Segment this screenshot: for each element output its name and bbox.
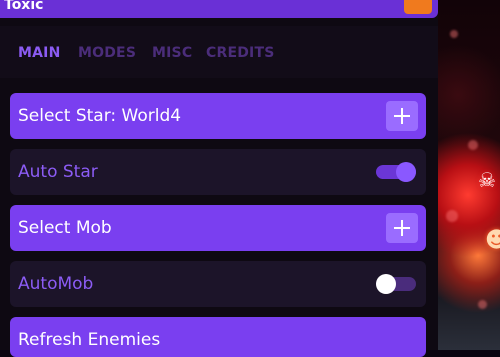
- tab-misc[interactable]: MISC: [152, 45, 192, 61]
- select-star-expand-button[interactable]: [386, 101, 418, 131]
- refresh-enemies-label: Refresh Enemies: [18, 330, 161, 350]
- close-button[interactable]: [404, 0, 432, 14]
- title-bar[interactable]: Toxic: [0, 0, 438, 18]
- tab-credits[interactable]: CREDITS: [206, 45, 274, 61]
- auto-star-label: Auto Star: [18, 162, 98, 182]
- refresh-enemies-button[interactable]: Refresh Enemies: [10, 317, 426, 357]
- script-panel: Toxic MAIN MODES MISC CREDITS Select Sta…: [0, 0, 438, 357]
- particle-effect: [446, 210, 458, 222]
- auto-star-toggle[interactable]: [376, 162, 416, 182]
- automob-row[interactable]: AutoMob: [10, 261, 426, 307]
- enemy-sprite-icon: ☻: [485, 228, 500, 253]
- select-mob-dropdown[interactable]: Select Mob: [10, 205, 426, 251]
- tab-modes[interactable]: MODES: [78, 45, 136, 61]
- plus-icon: [394, 108, 410, 124]
- select-mob-label: Select Mob: [18, 218, 112, 238]
- particle-effect: [478, 300, 487, 309]
- tab-main[interactable]: MAIN: [18, 45, 61, 61]
- particle-effect: [468, 140, 478, 150]
- automob-label: AutoMob: [18, 274, 94, 294]
- select-star-label: Select Star: World4: [18, 106, 182, 126]
- auto-star-row[interactable]: Auto Star: [10, 149, 426, 195]
- select-mob-expand-button[interactable]: [386, 213, 418, 243]
- window-title: Toxic: [4, 0, 44, 13]
- toggle-knob: [396, 162, 416, 182]
- skull-icon: ☠: [478, 168, 496, 192]
- particle-effect: [450, 30, 458, 38]
- select-star-dropdown[interactable]: Select Star: World4: [10, 93, 426, 139]
- plus-icon: [394, 220, 410, 236]
- automob-toggle[interactable]: [376, 274, 416, 294]
- toggle-knob: [376, 274, 396, 294]
